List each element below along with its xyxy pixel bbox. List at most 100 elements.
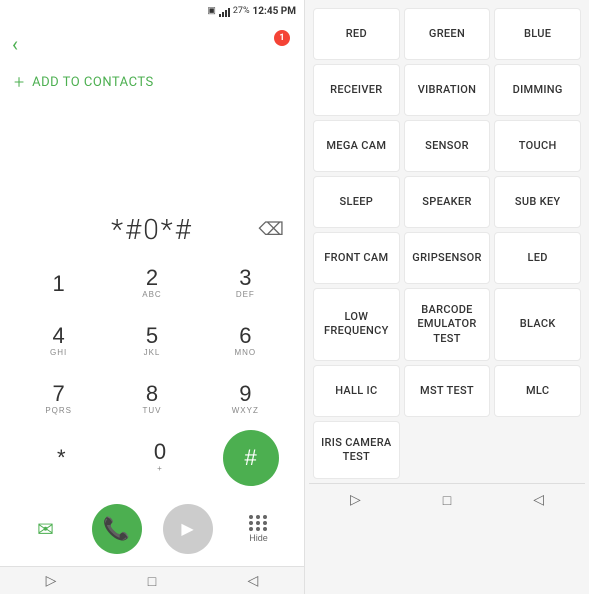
- keypad-row-1: 1 2 ABC 3 DEF: [12, 256, 292, 312]
- key-star[interactable]: *: [25, 430, 97, 486]
- key-4-sub: GHI: [50, 347, 67, 358]
- key-3-sub: DEF: [236, 289, 255, 300]
- dialed-number: *#0*#: [111, 213, 193, 246]
- keypad-row-3: 7 PQRS 8 TUV 9 WXYZ: [12, 372, 292, 428]
- key-4-main: 4: [53, 325, 65, 347]
- menu-item-sleep[interactable]: SLEEP: [313, 176, 400, 228]
- menu-item-gripsensor[interactable]: GRIPSENSOR: [404, 232, 491, 284]
- key-4[interactable]: 4 GHI: [23, 314, 95, 370]
- message-button[interactable]: ✉: [21, 504, 71, 554]
- menu-item-blue[interactable]: BLUE: [494, 8, 581, 60]
- home-icon: □: [148, 573, 156, 589]
- key-3[interactable]: 3 DEF: [209, 256, 281, 312]
- key-5-main: 5: [146, 325, 158, 347]
- battery-label: 27%: [233, 6, 250, 16]
- key-hash-main: #: [245, 447, 257, 469]
- add-contacts-label: ADD TO CONTACTS: [32, 75, 154, 90]
- key-5[interactable]: 5 JKL: [116, 314, 188, 370]
- keypad: 1 2 ABC 3 DEF 4 GHI 5 JKL 6 MNO: [0, 252, 304, 496]
- menu-item-iris-camera-test[interactable]: IRIS CAMERA TEST: [313, 421, 400, 480]
- backspace-button[interactable]: ⌫: [259, 219, 284, 240]
- key-7-sub: PQRS: [45, 405, 72, 416]
- home-button[interactable]: □: [136, 569, 168, 593]
- key-9-main: 9: [239, 383, 251, 405]
- key-9-sub: WXYZ: [232, 405, 259, 416]
- back-nav-button[interactable]: ◁: [236, 568, 271, 593]
- key-0-sub: +: [157, 463, 163, 474]
- recent-apps-icon: ▷: [46, 572, 57, 588]
- menu-item-touch[interactable]: TOUCH: [494, 120, 581, 172]
- menu-item-vibration[interactable]: VIBRATION: [404, 64, 491, 116]
- right-home-button[interactable]: □: [431, 488, 463, 512]
- keypad-row-4: * 0 + #: [12, 430, 292, 486]
- message-icon: ✉: [37, 517, 54, 542]
- key-0[interactable]: 0 +: [124, 430, 196, 486]
- menu-item-mlc[interactable]: MLC: [494, 365, 581, 417]
- menu-item-sensor[interactable]: SENSOR: [404, 120, 491, 172]
- menu-item-front-cam[interactable]: FRONT CAM: [313, 232, 400, 284]
- dialer-display: *#0*# ⌫: [0, 203, 304, 252]
- menu-item-speaker[interactable]: SPEAKER: [404, 176, 491, 228]
- menu-item-low-frequency[interactable]: LOW FREQUENCY: [313, 288, 400, 361]
- menu-item-barcode-emulator-test[interactable]: BARCODE EMULATOR TEST: [404, 288, 491, 361]
- key-1[interactable]: 1: [23, 256, 95, 312]
- key-7[interactable]: 7 PQRS: [23, 372, 95, 428]
- back-nav-icon: ◁: [248, 572, 259, 588]
- key-1-main: 1: [53, 273, 65, 295]
- sim-icon: ▣: [207, 6, 216, 16]
- key-6-main: 6: [239, 325, 251, 347]
- menu-item-black[interactable]: BLACK: [494, 288, 581, 361]
- keypad-row-2: 4 GHI 5 JKL 6 MNO: [12, 314, 292, 370]
- menu-item-sub-key[interactable]: SUB KEY: [494, 176, 581, 228]
- key-8-main: 8: [146, 383, 158, 405]
- back-button[interactable]: ‹: [12, 32, 18, 56]
- add-contacts-row[interactable]: + ADD TO CONTACTS: [0, 66, 304, 99]
- menu-item-receiver[interactable]: RECEIVER: [313, 64, 400, 116]
- key-hash[interactable]: #: [223, 430, 279, 486]
- right-bottom-nav: ▷ □ ◁: [309, 483, 585, 515]
- call-icon: 📞: [103, 516, 130, 542]
- key-6-sub: MNO: [234, 347, 256, 358]
- menu-item-dimming[interactable]: DIMMING: [494, 64, 581, 116]
- hide-button[interactable]: Hide: [234, 504, 284, 554]
- key-8-sub: TUV: [142, 405, 161, 416]
- signal-icon: [219, 5, 230, 17]
- key-3-main: 3: [239, 267, 251, 289]
- key-5-sub: JKL: [144, 347, 161, 358]
- menu-item-mega-cam[interactable]: MEGA CAM: [313, 120, 400, 172]
- status-bar: ▣ 27% 12:45 PM: [0, 0, 304, 22]
- menu-grid: REDGREENBLUE RECEIVERVIBRATIONDIMMING MEGA…: [309, 4, 585, 483]
- menu-item-green[interactable]: GREEN: [404, 8, 491, 60]
- menu-panel: REDGREENBLUE RECEIVERVIBRATIONDIMMING MEGA…: [305, 0, 589, 594]
- video-button[interactable]: ▶: [163, 504, 213, 554]
- key-6[interactable]: 6 MNO: [209, 314, 281, 370]
- key-2-sub: ABC: [142, 289, 161, 300]
- notification-badge: 1: [274, 30, 290, 46]
- right-back-button[interactable]: ◁: [521, 487, 556, 512]
- menu-item-led[interactable]: LED: [494, 232, 581, 284]
- key-9[interactable]: 9 WXYZ: [209, 372, 281, 428]
- menu-item-hall-ic[interactable]: HALL IC: [313, 365, 400, 417]
- right-recent-button[interactable]: ▷: [338, 487, 373, 512]
- plus-icon: +: [14, 72, 24, 93]
- menu-item-red[interactable]: RED: [313, 8, 400, 60]
- menu-item-mst-test[interactable]: MST TEST: [404, 365, 491, 417]
- key-0-main: 0: [154, 441, 166, 463]
- hide-label: Hide: [249, 533, 268, 543]
- hide-dots-icon: [249, 515, 269, 531]
- top-bar: ‹ 1: [0, 22, 304, 66]
- key-7-main: 7: [53, 383, 65, 405]
- recent-apps-button[interactable]: ▷: [34, 568, 69, 593]
- video-icon: ▶: [181, 519, 193, 539]
- call-button[interactable]: 📞: [92, 504, 142, 554]
- key-8[interactable]: 8 TUV: [116, 372, 188, 428]
- nav-bar: ▷ □ ◁: [0, 566, 304, 594]
- dialer-spacer: [0, 99, 304, 203]
- time-label: 12:45 PM: [253, 6, 296, 17]
- status-icons: ▣ 27% 12:45 PM: [207, 5, 296, 17]
- key-star-main: *: [57, 447, 66, 469]
- bottom-actions: ✉ 📞 ▶ Hide: [0, 496, 304, 566]
- key-2-main: 2: [146, 267, 158, 289]
- key-2[interactable]: 2 ABC: [116, 256, 188, 312]
- dialer-panel: ▣ 27% 12:45 PM ‹ 1 + ADD TO CONTACTS *#0…: [0, 0, 305, 594]
